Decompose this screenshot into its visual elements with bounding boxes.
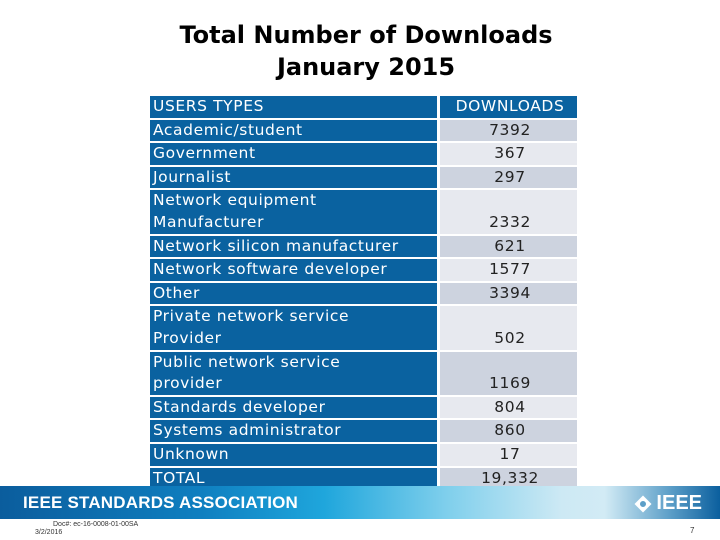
table-row: Academic/student 7392 <box>150 119 577 142</box>
footer-banner: IEEE STANDARDS ASSOCIATION IEEE <box>0 486 720 519</box>
downloads-value: 860 <box>440 420 577 442</box>
user-type-cell: Network software developer <box>150 259 437 281</box>
table-row: Unknown 17 <box>150 443 577 466</box>
user-type-cell: Public network service provider <box>150 351 437 395</box>
header-user-types: USERS TYPES <box>150 96 437 118</box>
user-type-cell: Standards developer <box>150 396 437 419</box>
user-type-label: Network software developer <box>153 260 388 279</box>
table-row: Systems administrator 860 <box>150 420 577 442</box>
user-type-label: Journalist <box>153 167 232 186</box>
table-header-row: USERS TYPES DOWNLOADS <box>150 96 577 118</box>
user-type-label: Other <box>153 283 201 302</box>
user-type-label: Academic/student <box>153 120 303 139</box>
ieee-logo-text: IEEE <box>656 492 702 514</box>
user-type-cell: Government <box>150 143 437 165</box>
downloads-value: 621 <box>440 235 577 258</box>
downloads-value: 1577 <box>440 259 577 281</box>
user-type-cell: Unknown <box>150 443 437 466</box>
document-date: 3/2/2016 <box>35 529 63 536</box>
table-row: Private network service Provider 502 <box>150 306 577 350</box>
user-type-label: Provider <box>153 328 222 347</box>
user-type-label: Network silicon manufacturer <box>153 236 399 255</box>
downloads-value: 502 <box>440 306 577 350</box>
downloads-value: 297 <box>440 166 577 189</box>
user-type-label: provider <box>153 374 223 393</box>
user-type-label: Standards developer <box>153 397 326 416</box>
user-type-cell: Private network service Provider <box>150 306 437 350</box>
table-row: Other 3394 <box>150 282 577 305</box>
user-type-cell: Academic/student <box>150 119 437 142</box>
downloads-value: 17 <box>440 443 577 466</box>
page-number: 7 <box>690 526 695 535</box>
user-type-label: Manufacturer <box>153 212 265 231</box>
user-type-label: Network equipment <box>153 191 317 210</box>
slide-title: Total Number of Downloads January 2015 <box>0 19 720 83</box>
downloads-value: 804 <box>440 396 577 419</box>
downloads-value: 7392 <box>440 119 577 142</box>
title-line-2: January 2015 <box>276 53 456 81</box>
ieee-diamond-icon <box>634 495 652 512</box>
user-type-cell: Systems administrator <box>150 420 437 442</box>
user-type-cell: Network silicon manufacturer <box>150 235 437 258</box>
user-type-cell: Journalist <box>150 166 437 189</box>
table-row: Government 367 <box>150 143 577 165</box>
downloads-table: USERS TYPES DOWNLOADS Academic/student 73… <box>147 94 580 491</box>
user-type-label: Private network service <box>153 307 350 326</box>
user-type-cell: Network equipment Manufacturer <box>150 190 437 234</box>
user-type-label: Government <box>153 144 256 163</box>
ieee-sa-wordmark: IEEE STANDARDS ASSOCIATION <box>23 493 299 512</box>
document-number: Doc#: ec-16-0008-01-00SA <box>53 521 139 528</box>
user-type-label: Systems administrator <box>153 421 342 440</box>
table-row: Standards developer 804 <box>150 396 577 419</box>
table-row: Network software developer 1577 <box>150 259 577 281</box>
header-downloads: DOWNLOADS <box>440 96 577 118</box>
table-row: Journalist 297 <box>150 166 577 189</box>
user-type-cell: Other <box>150 282 437 305</box>
downloads-value: 1169 <box>440 351 577 395</box>
user-type-label: Public network service <box>153 352 341 371</box>
table-row: Network equipment Manufacturer 2332 <box>150 190 577 234</box>
downloads-value: 2332 <box>440 190 577 234</box>
downloads-value: 367 <box>440 143 577 165</box>
title-line-1: Total Number of Downloads <box>179 21 553 49</box>
table-row: Public network service provider 1169 <box>150 351 577 395</box>
user-type-label: Unknown <box>153 444 230 463</box>
table-row: Network silicon manufacturer 621 <box>150 235 577 258</box>
downloads-value: 3394 <box>440 282 577 305</box>
ieee-logo: IEEE <box>634 492 702 515</box>
